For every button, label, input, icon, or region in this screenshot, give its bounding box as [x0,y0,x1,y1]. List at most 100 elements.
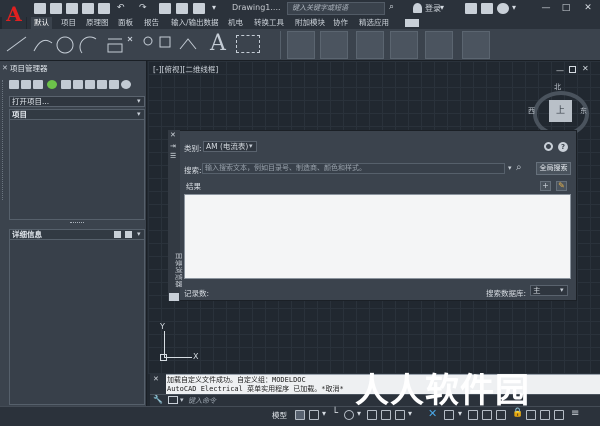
utilities-icon[interactable] [425,31,453,59]
settings-icon[interactable] [109,80,119,89]
help-icon[interactable] [121,80,131,89]
save-icon[interactable] [66,3,78,14]
draw-tools-icon[interactable] [4,31,204,59]
open-project-dropdown[interactable]: 打开项目... [9,96,145,107]
chevron-down-icon[interactable]: ▾ [249,142,253,150]
tab-electromechanical[interactable]: 机电 [225,17,246,29]
plot-icon[interactable] [176,3,188,14]
clipboard-icon[interactable] [462,31,490,59]
compass-east[interactable]: 东 [580,106,587,116]
tab-default[interactable]: 默认 [31,17,52,29]
command-input[interactable]: 键入命令 [188,396,216,406]
properties-icon[interactable] [356,31,384,59]
panel-close-icon[interactable]: ✕ [2,64,8,72]
print-icon[interactable] [159,3,171,14]
viewport-controls[interactable]: [-][俯视][二维线框] [153,64,218,75]
palette-autohide-icon[interactable]: ⇥ [170,142,176,150]
block-icon[interactable] [320,31,348,59]
tab-reports[interactable]: 报告 [141,17,162,29]
clean-screen-icon[interactable] [554,410,564,420]
palette-properties-icon[interactable]: ☰ [170,152,176,160]
tab-project[interactable]: 项目 [58,17,79,29]
details-view-icon[interactable] [114,231,121,238]
palette-close-icon[interactable]: ✕ [170,131,176,139]
open-project-icon[interactable] [9,80,19,89]
redo-icon[interactable]: ↷ [139,3,147,13]
projects-tree[interactable] [9,120,145,220]
model-space-button[interactable]: 模型 [272,410,287,421]
customize-icon[interactable]: ≡ [571,408,579,419]
help-icon[interactable] [497,3,509,14]
help-icon[interactable]: ? [558,142,568,152]
snap-icon[interactable] [309,410,319,420]
project-properties-icon[interactable] [61,80,71,89]
wrench-icon[interactable]: 🔧 [153,395,163,404]
close-button[interactable]: ✕ [582,2,594,14]
maximize-button[interactable]: □ [560,2,572,14]
chevron-down-icon[interactable]: ▾ [180,396,184,404]
layer-icon[interactable] [287,31,315,59]
save-as-icon[interactable] [82,3,94,14]
publish-icon[interactable] [85,80,95,89]
command-close-icon[interactable]: ✕ [153,375,159,383]
hardware-acceleration-icon[interactable] [540,410,550,420]
app-logo-icon[interactable]: A [2,0,26,30]
gear-icon[interactable] [544,142,553,151]
compass-north[interactable]: 北 [554,82,561,92]
text-tool-icon[interactable]: A [210,31,226,56]
results-list[interactable] [184,194,571,279]
ribbon-toggle-icon[interactable] [405,19,419,27]
exchange-icon[interactable] [481,3,493,14]
refresh-icon[interactable] [47,80,57,89]
groups-icon[interactable] [390,31,418,59]
new-icon[interactable] [34,3,46,14]
publish-icon[interactable] [193,3,205,14]
tab-import-export[interactable]: 输入/输出数据 [168,17,222,29]
edit-icon[interactable]: ✎ [556,181,567,191]
chevron-down-icon[interactable]: ▾ [322,409,326,418]
chevron-down-icon[interactable]: ▾ [560,286,564,294]
command-prompt-icon[interactable] [168,396,178,404]
viewport-minimize-icon[interactable]: — [556,66,564,75]
open-icon[interactable] [50,3,62,14]
polar-icon[interactable] [344,410,354,420]
ortho-icon[interactable]: └ [332,408,338,419]
panel-grip[interactable] [2,80,7,200]
drawing-list-icon[interactable] [73,80,83,89]
grid-icon[interactable] [295,410,305,420]
user-icon[interactable] [413,3,422,13]
dropdown-icon[interactable]: ▾ [212,3,216,12]
tab-featured-apps[interactable]: 精选应用 [356,17,392,29]
magnifier-icon[interactable]: ⌕ [516,162,522,173]
splitter-handle[interactable] [70,222,84,224]
tab-conversion-tools[interactable]: 转换工具 [251,17,287,29]
chevron-down-icon[interactable]: ▾ [137,110,141,118]
search-dropdown-icon[interactable]: ▾ [508,164,512,172]
view-cube-face[interactable]: 上 [549,100,572,122]
new-drawing-icon[interactable] [33,80,43,89]
chevron-down-icon[interactable]: ▾ [137,230,141,238]
new-project-icon[interactable] [21,80,31,89]
plot-icon[interactable] [97,80,107,89]
help-dropdown-icon[interactable]: ▾ [512,3,516,12]
undo-icon[interactable]: ↶ [117,3,125,13]
magnifier-icon[interactable]: ⌕ [389,2,394,12]
details-preview-icon[interactable] [125,231,132,238]
catalog-search-input[interactable]: 输入搜索文本，例如目录号、制造商、颜色和样式。 [202,163,505,174]
viewport-restore-icon[interactable] [569,66,576,73]
login-dropdown-icon[interactable]: ▾ [440,3,444,12]
tab-add-ins[interactable]: 附加模块 [292,17,328,29]
viewport-close-icon[interactable]: ✕ [582,64,589,73]
tab-panel[interactable]: 面板 [115,17,136,29]
web-icon[interactable] [98,3,110,14]
dimension-icon[interactable] [236,35,260,53]
global-search-button[interactable]: 全局搜索 [536,162,571,175]
tab-schematic[interactable]: 原理图 [83,17,112,29]
compass-west[interactable]: 西 [528,106,535,116]
minimize-button[interactable]: — [540,2,552,14]
help-search-input[interactable]: 键入关键字或短语 [287,2,385,15]
add-icon[interactable]: + [540,181,551,191]
login-link[interactable]: 登录 [425,3,441,14]
cart-icon[interactable] [465,3,477,14]
tab-collaborate[interactable]: 协作 [330,17,351,29]
